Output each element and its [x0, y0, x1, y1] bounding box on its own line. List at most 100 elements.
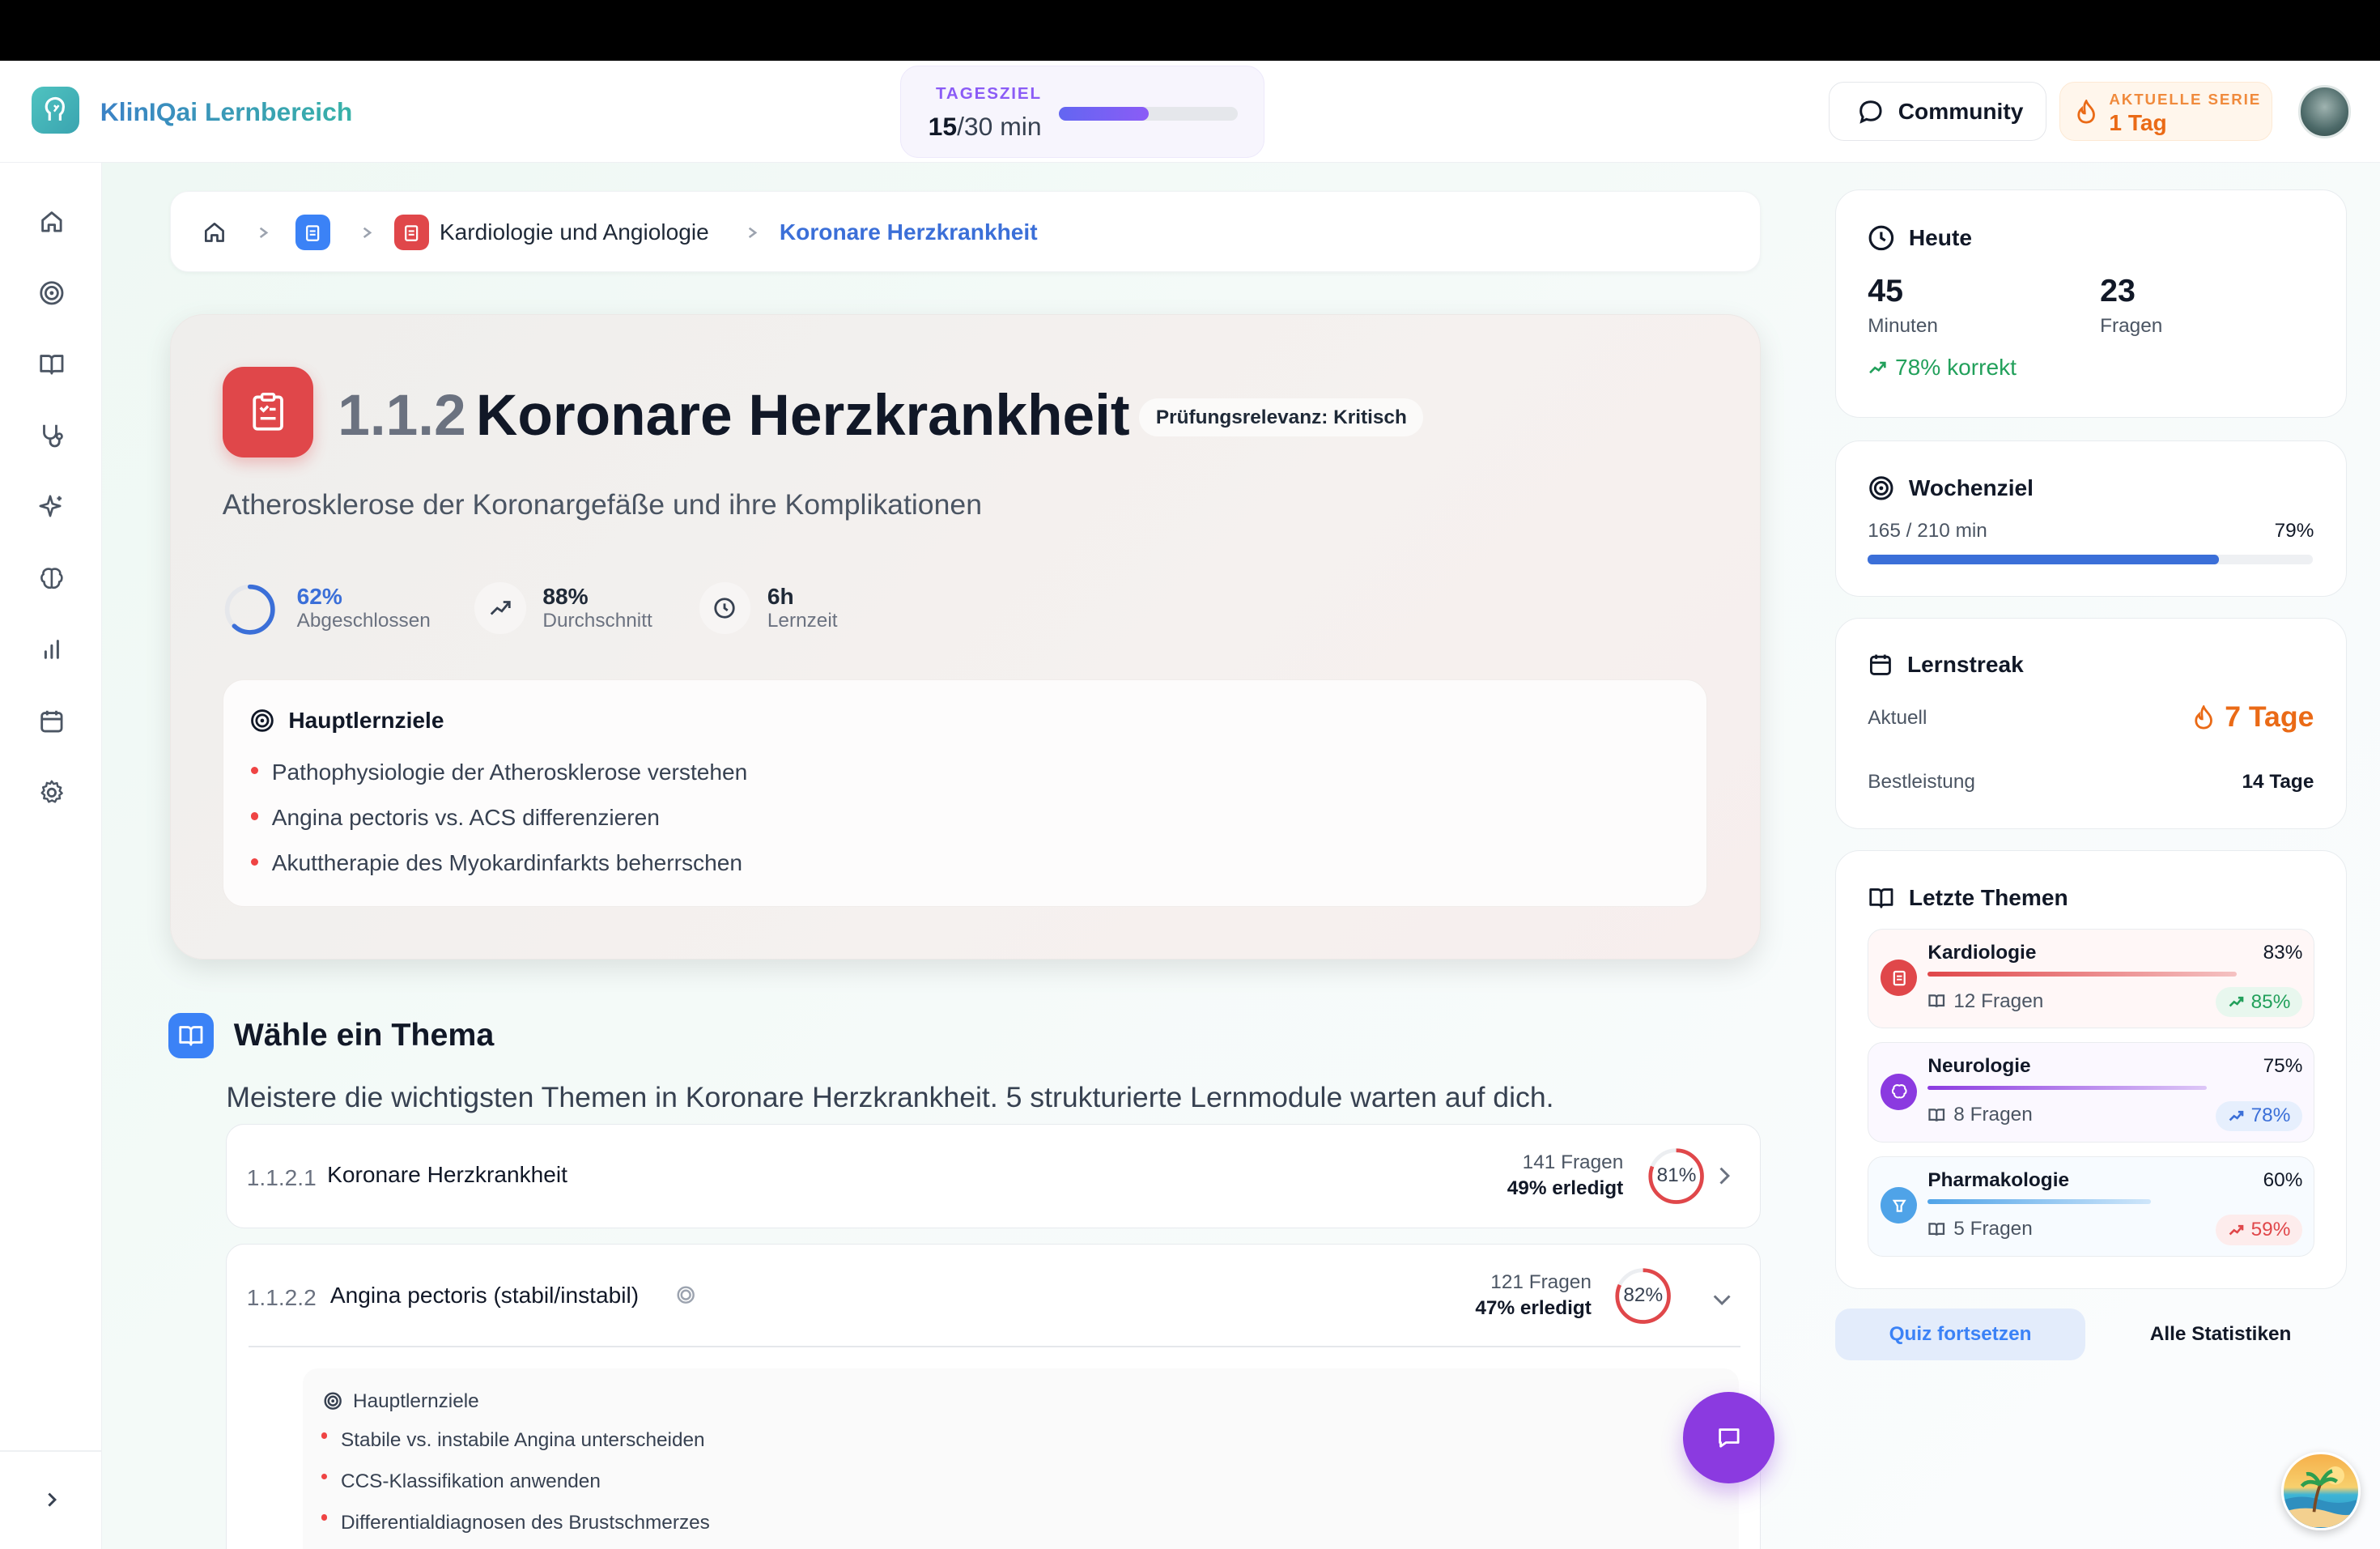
list-item: Angina pectoris vs. ACS differenzieren — [248, 805, 748, 850]
settings-icon[interactable] — [36, 777, 67, 808]
streak-label: AKTUELLE SERIE — [2109, 90, 2262, 108]
relevance-badge: Prüfungsrelevanz: Kritisch — [1139, 398, 1424, 437]
trending-up-icon — [2229, 997, 2244, 1007]
chat-icon — [1859, 100, 1882, 124]
sidebar-divider — [0, 1449, 102, 1452]
breadcrumb-item-current[interactable]: Koronare Herzkrankheit — [780, 192, 1038, 272]
week-goal-card: Wochenziel 165 / 210 min 79% — [1834, 440, 2347, 597]
main-objectives: Hauptlernziele Pathophysiologie der Athe… — [222, 679, 1707, 908]
recent-topic-item[interactable]: Neurologie 75% 8 Fragen 78% — [1868, 1042, 2314, 1143]
breadcrumb-item-kardiologie[interactable]: Kardiologie und Angiologie — [393, 192, 709, 272]
trending-up-icon — [2229, 1224, 2244, 1235]
section-subtitle: Meistere die wichtigsten Themen in Koron… — [226, 1081, 1554, 1113]
module-row[interactable]: 1.1.2.1 Koronare Herzkrankheit 141 Frage… — [226, 1123, 1761, 1228]
list-item: Differentialdiagnosen des Brustschmerzes — [321, 1512, 710, 1549]
streak-badge[interactable]: AKTUELLE SERIE 1 Tag — [2059, 82, 2272, 142]
chevron-right-icon — [745, 192, 760, 272]
target-icon — [676, 1283, 695, 1311]
chevron-down-icon[interactable] — [1711, 1287, 1732, 1314]
chevron-right-icon[interactable] — [36, 1485, 67, 1516]
trending-up-icon — [474, 582, 526, 634]
book-icon — [1928, 994, 1945, 1008]
brain-icon[interactable] — [36, 564, 67, 594]
trending-up-icon — [1869, 361, 1886, 373]
clipboard-icon — [222, 366, 314, 458]
daily-goal-label: TAGESZIEL — [936, 84, 1042, 104]
logo-icon[interactable] — [32, 86, 79, 134]
stat-completed: 62% Abgeschlossen — [223, 582, 450, 637]
book-icon — [1869, 888, 1893, 909]
recent-topics-card: Letzte Themen Kardiologie 83% 12 Fragen … — [1834, 850, 2347, 1289]
sidebar — [0, 162, 102, 1549]
all-stats-button[interactable]: Alle Statistiken — [2110, 1309, 2331, 1360]
flame-icon — [2195, 704, 2212, 730]
topic-subtitle: Atherosklerose der Koronargefäße und ihr… — [222, 487, 983, 521]
week-progress-bar — [1868, 555, 2313, 564]
daily-goal: TAGESZIEL 15/30 min — [899, 65, 1264, 158]
today-minutes: 45 — [1868, 272, 1904, 309]
trending-up-icon — [2229, 1110, 2244, 1121]
book-icon — [1928, 1109, 1945, 1121]
calendar-icon — [1870, 654, 1892, 676]
page-title: Koronare Herzkrankheit — [475, 382, 1130, 448]
list-item: Akuttherapie des Myokardinfarkts beherrs… — [248, 850, 748, 896]
breadcrumb-category[interactable] — [295, 192, 330, 272]
section-title: Wähle ein Thema — [233, 1017, 495, 1053]
module-row-expanded[interactable]: 1.1.2.2 Angina pectoris (stabil/instabil… — [226, 1243, 1761, 1549]
trend-badge: 85% — [2216, 986, 2303, 1018]
topic-number: 1.1.2 — [338, 382, 466, 448]
target-icon — [1869, 476, 1893, 500]
divider — [248, 1346, 1740, 1348]
target-icon — [323, 1392, 342, 1411]
list-item: Pathophysiologie der Atherosklerose vers… — [248, 760, 747, 805]
flame-icon — [2077, 99, 2096, 124]
list-item: Stabile vs. instabile Angina unterscheid… — [321, 1429, 710, 1470]
system-top-bar — [0, 0, 2380, 61]
beach-avatar-icon[interactable] — [2281, 1451, 2361, 1530]
list-item: CCS-Klassifikation anwenden — [321, 1470, 710, 1512]
book-icon — [168, 1012, 215, 1058]
brain-icon — [1881, 1073, 1918, 1110]
book-icon — [1928, 1222, 1945, 1236]
today-questions: 23 — [2100, 272, 2136, 309]
clipboard-icon — [295, 215, 330, 250]
trend-badge: 59% — [2216, 1215, 2303, 1245]
streak-value: 1 Tag — [2109, 110, 2167, 135]
clock-icon — [699, 582, 751, 634]
breadcrumb: Kardiologie und Angiologie Koronare Herz… — [170, 191, 1761, 272]
module-objectives: Hauptlernziele Stabile vs. instabile Ang… — [303, 1368, 1739, 1549]
today-correct: 78% korrekt — [1868, 355, 2017, 381]
score-ring: 82% — [1614, 1267, 1672, 1325]
target-icon — [250, 709, 274, 732]
app: KlinIQai Lernbereich TAGESZIEL 15/30 min… — [0, 61, 2380, 1549]
score-ring: 81% — [1647, 1147, 1705, 1205]
recent-topic-item[interactable]: Pharmakologie 60% 5 Fragen 59% — [1868, 1155, 2314, 1257]
today-card: Heute 45 Minuten 23 Fragen 78% korrekt — [1834, 189, 2347, 418]
streak-current: 7 Tage — [2193, 700, 2314, 734]
community-button[interactable]: Community — [1829, 82, 2046, 142]
continue-quiz-button[interactable]: Quiz fortsetzen — [1834, 1309, 2086, 1360]
stat-learning-time: 6h Lernzeit — [699, 582, 866, 637]
bar-chart-icon[interactable] — [36, 635, 67, 666]
stethoscope-icon[interactable] — [36, 420, 67, 451]
brand-title[interactable]: KlinIQai Lernbereich — [100, 97, 353, 127]
topic-hero-card: 1.1.2 Koronare Herzkrankheit Prüfungsrel… — [170, 314, 1761, 960]
trend-badge: 78% — [2216, 1100, 2303, 1131]
sparkles-icon[interactable] — [36, 492, 67, 523]
chevron-right-icon — [256, 192, 271, 272]
stat-average: 88% Durchschnitt — [474, 582, 672, 637]
avatar[interactable] — [2297, 85, 2352, 138]
home-icon[interactable] — [36, 206, 67, 237]
chat-fab-button[interactable] — [1683, 1392, 1774, 1483]
chevron-right-icon[interactable] — [1715, 1165, 1733, 1193]
book-icon[interactable] — [36, 349, 67, 380]
daily-goal-progress — [1058, 107, 1239, 121]
target-icon[interactable] — [36, 278, 67, 309]
recent-topic-item[interactable]: Kardiologie 83% 12 Fragen 85% — [1868, 928, 2314, 1029]
streak-card: Lernstreak Aktuell 7 Tage Bestleistung 1… — [1834, 618, 2347, 829]
message-icon — [1718, 1428, 1740, 1448]
calendar-icon[interactable] — [36, 706, 67, 737]
breadcrumb-home-icon[interactable] — [202, 192, 227, 272]
progress-ring — [224, 584, 275, 635]
clock-icon — [1868, 225, 1894, 250]
